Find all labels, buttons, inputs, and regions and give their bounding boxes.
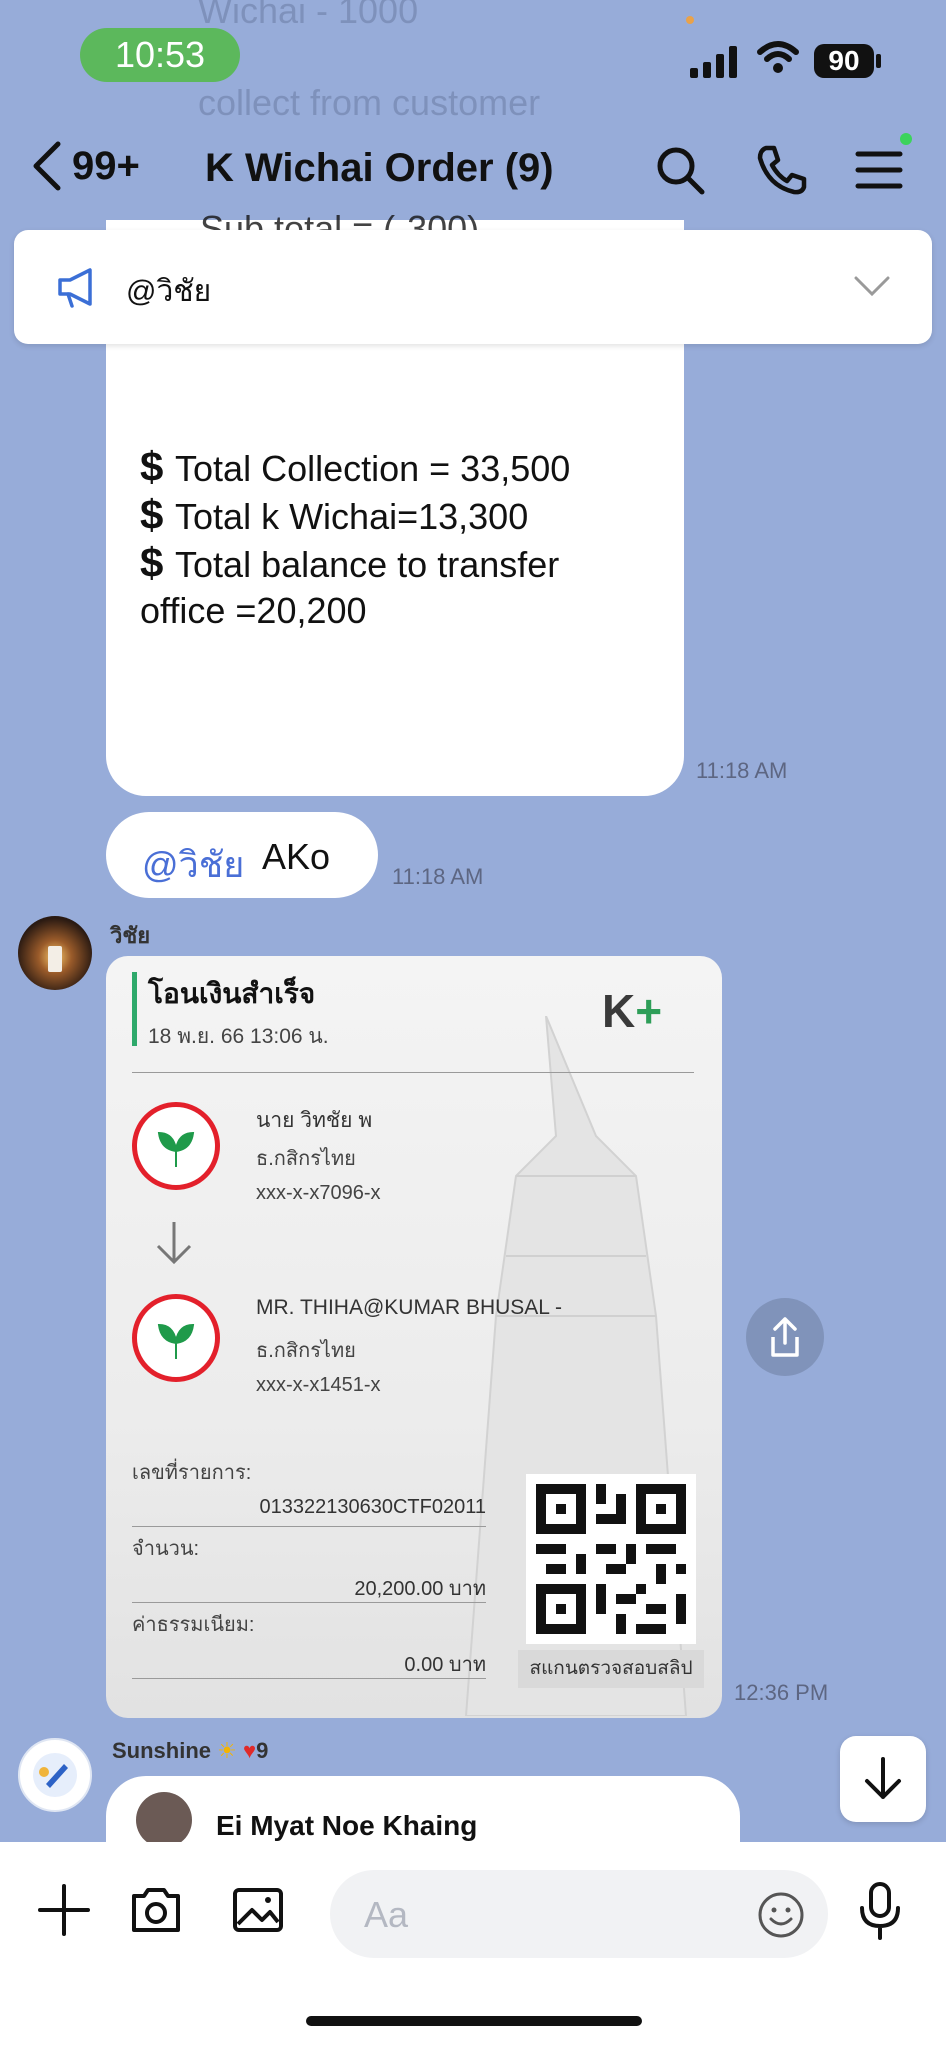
unread-count: 99+: [72, 143, 140, 188]
input-placeholder: Aa: [364, 1894, 409, 1935]
scroll-to-bottom-button[interactable]: [840, 1736, 926, 1822]
slip-date: 18 พ.ย. 66 13:06 น.: [148, 1025, 329, 1048]
amount-value: 20,200.00 บาท: [354, 1578, 486, 1600]
megaphone-icon: [58, 268, 92, 308]
message-text: $ Total Collection = 33,500 $ Total k Wi…: [140, 443, 571, 632]
search-icon[interactable]: [650, 140, 710, 200]
sender-name: Sunshine ☀ ♥9: [112, 1738, 269, 1763]
menu-notification-dot: [900, 133, 912, 145]
candle-graphic: [48, 946, 62, 972]
amount-label: จำนวน:: [132, 1538, 200, 1560]
sender-account-name: นาย วิทชัย พ: [256, 1109, 373, 1132]
message-input[interactable]: Aa: [330, 1870, 828, 1958]
phone-call-icon[interactable]: [752, 140, 812, 200]
share-icon: [771, 1317, 799, 1357]
microphone-icon[interactable]: [856, 1880, 904, 1942]
mention-link[interactable]: @วิชัย: [142, 836, 244, 893]
heart-icon: ♥: [243, 1738, 257, 1763]
battery-indicator: 90: [814, 44, 874, 78]
wifi-icon: [757, 41, 799, 73]
avatar[interactable]: [18, 1738, 92, 1812]
cellular-signal-icon: [690, 44, 737, 78]
divider: [132, 1072, 694, 1073]
slip-title: โอนเงินสำเร็จ: [148, 978, 316, 1009]
sender-bank: ธ.กสิกรไทย: [256, 1148, 356, 1170]
dollar-icon: $: [140, 539, 176, 586]
reference-value: 013322130630CTF02011: [259, 1496, 486, 1518]
message-bubble-mention[interactable]: @วิชัย AKo: [106, 812, 378, 898]
message-timestamp: 11:18 AM: [696, 758, 788, 783]
status-time: 10:53: [80, 28, 240, 82]
recipient-bank: ธ.กสิกรไทย: [256, 1340, 356, 1362]
home-indicator: [306, 2016, 642, 2026]
arrow-down-icon: [156, 1222, 192, 1265]
battery-tip: [876, 54, 881, 68]
background-message-text: Wichai - 1000: [198, 0, 419, 31]
announcement-bar[interactable]: @วิชัย: [14, 230, 932, 344]
share-button[interactable]: [746, 1298, 824, 1376]
dollar-icon: $: [140, 491, 176, 538]
image-icon[interactable]: [230, 1882, 286, 1938]
divider: [132, 1678, 486, 1679]
fee-label: ค่าธรรมเนียม:: [132, 1614, 255, 1636]
privacy-indicator-dot: [686, 16, 694, 24]
avatar[interactable]: [18, 916, 92, 990]
background-message-text: collect from customer: [198, 82, 541, 123]
reference-label: เลขที่รายการ:: [132, 1462, 252, 1484]
qr-code[interactable]: [526, 1474, 696, 1644]
back-button[interactable]: 99+: [30, 140, 140, 192]
rocket-logo-icon: [33, 1753, 77, 1797]
sender-name: วิชัย: [110, 923, 151, 948]
camera-icon[interactable]: [128, 1882, 184, 1938]
dollar-icon: $: [140, 443, 176, 490]
transfer-slip-image[interactable]: โอนเงินสำเร็จ 18 พ.ย. 66 13:06 น. K+ นาย…: [106, 956, 722, 1718]
chevron-down-icon[interactable]: [852, 272, 892, 300]
qr-caption: สแกนตรวจสอบสลิป: [518, 1650, 704, 1688]
message-timestamp: 12:36 PM: [734, 1680, 829, 1705]
sun-icon: ☀: [217, 1738, 237, 1763]
kbank-logo-icon: [132, 1294, 220, 1382]
chevron-left-icon: [33, 141, 61, 191]
announcement-text: @วิชัย: [126, 275, 212, 308]
kbank-logo-icon: [132, 1102, 220, 1190]
message-timestamp: 11:18 AM: [392, 864, 484, 889]
divider: [132, 1526, 486, 1527]
accent-bar: [132, 972, 137, 1046]
chat-title: K Wichai Order (9): [205, 146, 554, 190]
message-input-bar: Aa: [0, 1842, 946, 2048]
message-text: AKo: [262, 836, 331, 877]
recipient-account-number: xxx-x-x1451-x: [256, 1374, 381, 1396]
reply-avatar: [136, 1792, 192, 1848]
divider: [132, 1602, 486, 1603]
fee-value: 0.00 บาท: [404, 1654, 486, 1676]
kplus-logo: K+: [602, 985, 663, 1037]
plus-icon[interactable]: [36, 1882, 92, 1938]
sender-account-number: xxx-x-x7096-x: [256, 1182, 381, 1204]
reply-preview-name: Ei Myat Noe Khaing: [216, 1810, 478, 1841]
arrow-down-icon: [865, 1757, 901, 1799]
recipient-account-name: MR. THIHA@KUMAR BHUSAL -: [256, 1296, 563, 1319]
menu-icon[interactable]: [850, 140, 910, 200]
emoji-icon[interactable]: [756, 1890, 806, 1940]
